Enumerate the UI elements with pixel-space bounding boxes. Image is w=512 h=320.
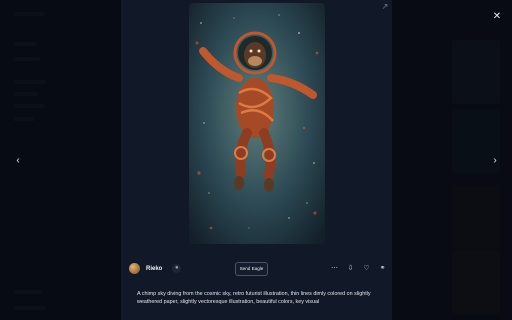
tip-icon[interactable]: ● <box>172 264 182 273</box>
image-lightbox: ↗ Rieko ● Send Eagle ⋯ ⇩ ♡ ⚭ A chimp sky… <box>121 0 392 320</box>
more-icon[interactable]: ⋯ <box>330 264 339 273</box>
author-name[interactable]: Rieko <box>146 266 162 272</box>
send-eagle-button[interactable]: Send Eagle <box>235 262 268 276</box>
generated-image[interactable] <box>189 3 325 244</box>
expand-icon[interactable]: ↗ <box>380 2 390 12</box>
heart-icon[interactable]: ♡ <box>362 264 371 273</box>
avatar[interactable] <box>129 263 140 274</box>
author-info[interactable]: Rieko ● <box>129 263 182 274</box>
image-prompt: A chimp sky diving from the cosmic sky, … <box>137 291 371 305</box>
share-icon[interactable]: ⚭ <box>378 264 387 273</box>
image-actions: ⋯ ⇩ ♡ ⚭ <box>330 264 387 273</box>
chimp-illustration <box>189 3 325 244</box>
close-icon[interactable]: ✕ <box>491 11 503 23</box>
download-icon[interactable]: ⇩ <box>346 264 355 273</box>
chevron-right-icon[interactable]: › <box>489 154 501 168</box>
chevron-left-icon[interactable]: ‹ <box>12 154 24 168</box>
